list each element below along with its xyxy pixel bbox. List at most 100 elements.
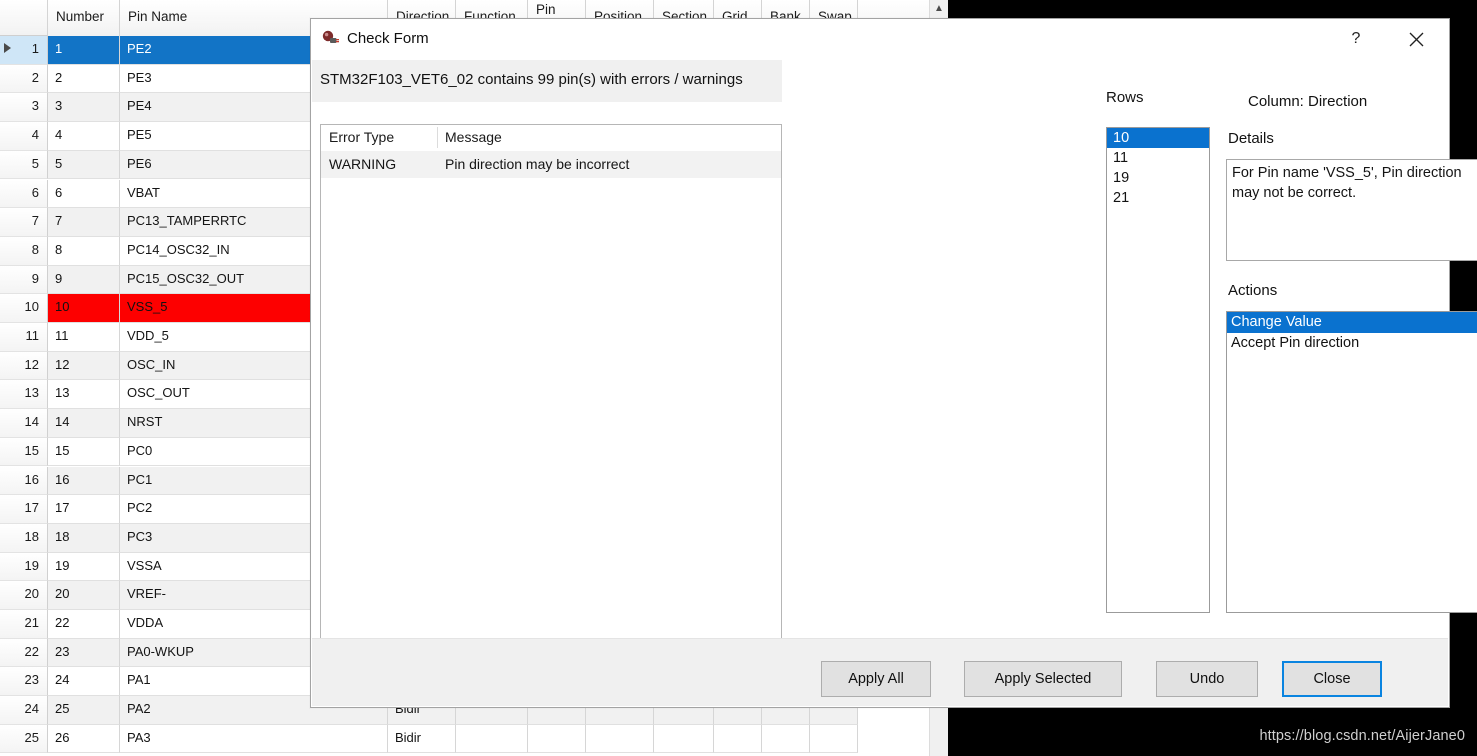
cell-number[interactable]: 11 (48, 323, 120, 352)
rows-list-item[interactable]: 21 (1107, 188, 1209, 208)
rows-list-item[interactable]: 19 (1107, 168, 1209, 188)
row-header[interactable]: 25 (0, 725, 48, 754)
row-header[interactable]: 15 (0, 438, 48, 467)
row-header[interactable]: 18 (0, 524, 48, 553)
row-header[interactable]: 6 (0, 180, 48, 209)
row-header[interactable]: 23 (0, 667, 48, 696)
error-list-header: Error Type Message (321, 125, 781, 152)
cell-number[interactable]: 7 (48, 208, 120, 237)
cell-number[interactable]: 14 (48, 409, 120, 438)
row-header[interactable]: 8 (0, 237, 48, 266)
cell-number[interactable]: 25 (48, 696, 120, 725)
apply-selected-button[interactable]: Apply Selected (964, 661, 1122, 697)
watermark-text: https://blog.csdn.net/AijerJane0 (1259, 728, 1465, 744)
table-row[interactable]: 2526PA3Bidir (0, 725, 948, 754)
row-header[interactable]: 12 (0, 352, 48, 381)
scroll-up-icon[interactable]: ▲ (930, 0, 948, 18)
header-divider (437, 127, 438, 148)
cell-number[interactable]: 17 (48, 495, 120, 524)
cell-number[interactable]: 5 (48, 151, 120, 180)
screen-root: NumberPin NameDirectionFunctionPinPositi… (0, 0, 1477, 756)
help-button[interactable]: ? (1333, 19, 1379, 59)
cell-swap[interactable] (810, 725, 858, 754)
details-text: For Pin name 'VSS_5', Pin direction may … (1232, 163, 1477, 203)
row-header[interactable]: 4 (0, 122, 48, 151)
row-header[interactable]: 5 (0, 151, 48, 180)
cell-number[interactable]: 2 (48, 65, 120, 94)
column-header-error-type[interactable]: Error Type (329, 129, 394, 145)
row-header[interactable]: 2 (0, 65, 48, 94)
actions-listbox[interactable]: Change ValueAccept Pin direction (1226, 311, 1477, 613)
row-header[interactable]: 16 (0, 467, 48, 496)
rows-list-item[interactable]: 11 (1107, 148, 1209, 168)
cell-number[interactable]: 19 (48, 553, 120, 582)
row-header[interactable]: 22 (0, 639, 48, 668)
row-header[interactable]: 20 (0, 581, 48, 610)
cell-number[interactable]: 1 (48, 36, 120, 65)
grid-corner[interactable] (0, 0, 48, 36)
cell-number[interactable]: 23 (48, 639, 120, 668)
application-icon (321, 29, 341, 49)
current-row-arrow-icon (4, 43, 11, 53)
column-header-message[interactable]: Message (445, 129, 502, 145)
cell-number[interactable]: 10 (48, 294, 120, 323)
cell-pin-name[interactable]: PA3 (120, 725, 388, 754)
cell-number[interactable]: 6 (48, 180, 120, 209)
details-textbox[interactable]: For Pin name 'VSS_5', Pin direction may … (1226, 159, 1477, 261)
error-list-row[interactable]: WARNING Pin direction may be incorrect (321, 151, 781, 178)
cell-direction[interactable]: Bidir (388, 725, 456, 754)
row-header[interactable]: 9 (0, 266, 48, 295)
details-label: Details (1228, 130, 1274, 147)
apply-all-button[interactable]: Apply All (821, 661, 931, 697)
dialog-titlebar[interactable]: Check Form ? (311, 19, 1449, 60)
cell-grid[interactable] (714, 725, 762, 754)
cell-number[interactable]: 20 (48, 581, 120, 610)
error-type-cell: WARNING (329, 156, 396, 172)
cell-number[interactable]: 8 (48, 237, 120, 266)
row-header[interactable]: 10 (0, 294, 48, 323)
rows-list-item[interactable]: 10 (1107, 128, 1209, 148)
undo-button[interactable]: Undo (1156, 661, 1258, 697)
close-icon[interactable] (1393, 19, 1439, 59)
dialog-title: Check Form (347, 30, 429, 47)
row-header[interactable]: 11 (0, 323, 48, 352)
row-header[interactable]: 19 (0, 553, 48, 582)
row-header[interactable]: 24 (0, 696, 48, 725)
cell-number[interactable]: 24 (48, 667, 120, 696)
cell-number[interactable]: 13 (48, 380, 120, 409)
cell-number[interactable]: 3 (48, 93, 120, 122)
dialog-footer: Apply All Apply Selected Undo Close (312, 638, 1448, 706)
rows-listbox[interactable]: 10111921 (1106, 127, 1210, 613)
cell-position[interactable] (586, 725, 654, 754)
rows-label: Rows (1106, 89, 1144, 106)
actions-label: Actions (1228, 282, 1277, 299)
row-header[interactable]: 1 (0, 36, 48, 65)
row-header[interactable]: 13 (0, 380, 48, 409)
error-message-cell: Pin direction may be incorrect (445, 156, 629, 172)
cell-number[interactable]: 15 (48, 438, 120, 467)
row-header[interactable]: 17 (0, 495, 48, 524)
row-header[interactable]: 21 (0, 610, 48, 639)
cell-bank[interactable] (762, 725, 810, 754)
column-header-number[interactable]: Number (48, 0, 120, 36)
row-header[interactable]: 7 (0, 208, 48, 237)
cell-number[interactable]: 16 (48, 467, 120, 496)
cell-number[interactable]: 4 (48, 122, 120, 151)
cell-function[interactable] (456, 725, 528, 754)
cell-section[interactable] (654, 725, 714, 754)
row-header[interactable]: 14 (0, 409, 48, 438)
error-list[interactable]: Error Type Message WARNING Pin direction… (320, 124, 782, 686)
actions-list-item[interactable]: Accept Pin direction (1227, 333, 1477, 354)
summary-text: STM32F103_VET6_02 contains 99 pin(s) wit… (312, 60, 782, 102)
cell-number[interactable]: 22 (48, 610, 120, 639)
cell-pin[interactable] (528, 725, 586, 754)
column-label: Column: Direction (1248, 93, 1367, 110)
actions-list-item[interactable]: Change Value (1227, 312, 1477, 333)
close-button[interactable]: Close (1282, 661, 1382, 697)
cell-number[interactable]: 9 (48, 266, 120, 295)
cell-number[interactable]: 26 (48, 725, 120, 754)
cell-number[interactable]: 12 (48, 352, 120, 381)
row-header[interactable]: 3 (0, 93, 48, 122)
cell-number[interactable]: 18 (48, 524, 120, 553)
check-form-dialog: Check Form ? STM32F103_VET6_02 contains … (310, 18, 1450, 708)
